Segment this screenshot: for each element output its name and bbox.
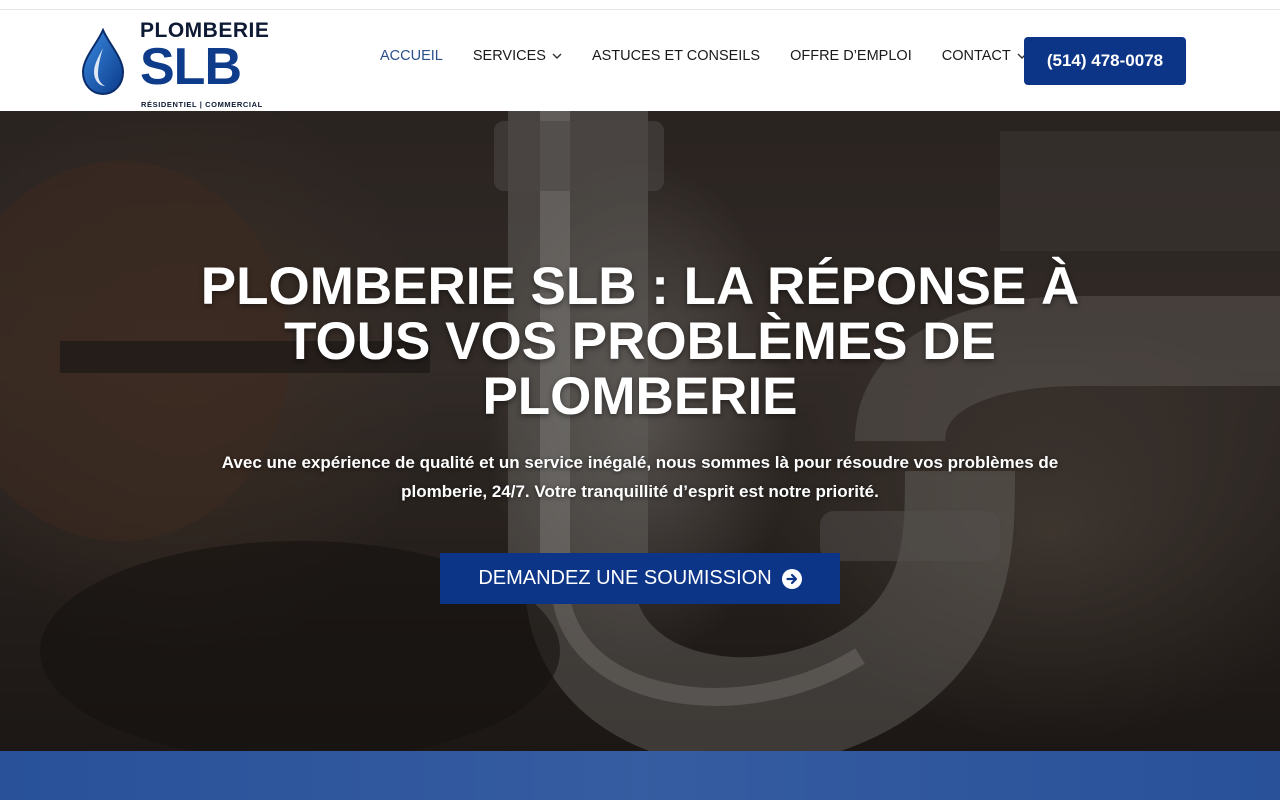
nav-item-accueil[interactable]: ACCUEIL <box>380 48 443 64</box>
nav-item-astuces[interactable]: ASTUCES ET CONSEILS <box>592 48 760 64</box>
main-nav: ACCUEIL SERVICES ASTUCES ET CONSEILS OFF… <box>380 46 1057 66</box>
phone-button[interactable]: (514) 478-0078 <box>1024 37 1186 85</box>
site-logo[interactable]: PLOMBERIE SLB RÉSIDENTIEL | COMMERCIAL <box>80 20 270 109</box>
nav-item-contact[interactable]: CONTACT <box>942 48 1027 64</box>
quote-request-button[interactable]: DEMANDEZ UNE SOUMISSION <box>440 553 840 604</box>
nav-item-offre-emploi[interactable]: OFFRE D’EMPLOI <box>790 48 912 64</box>
nav-item-services[interactable]: SERVICES <box>473 48 562 64</box>
logo-text-main: SLB <box>140 38 242 96</box>
top-border <box>0 0 1280 10</box>
logo-tagline: RÉSIDENTIEL | COMMERCIAL <box>141 100 263 109</box>
site-header: PLOMBERIE SLB RÉSIDENTIEL | COMMERCIAL A… <box>0 10 1280 111</box>
quote-request-label: DEMANDEZ UNE SOUMISSION <box>478 567 772 589</box>
water-drop-icon <box>81 28 125 96</box>
hero-overlay <box>0 111 1280 751</box>
chevron-down-icon <box>552 53 562 59</box>
hero-subtitle: Avec une expérience de qualité et un ser… <box>221 453 1059 501</box>
nav-item-label: SERVICES <box>472 48 546 64</box>
nav-item-label: OFFRE D’EMPLOI <box>790 48 912 64</box>
arrow-right-circle-icon <box>781 568 802 589</box>
hero-title: PLOMBERIE SLB : LA RÉPONSE À TOUS VOS PR… <box>200 257 1080 426</box>
nav-item-label: ACCUEIL <box>380 48 443 64</box>
nav-item-label: CONTACT <box>941 48 1011 64</box>
hero-section: PLOMBERIE SLB : LA RÉPONSE À TOUS VOS PR… <box>0 111 1280 751</box>
band-texture <box>0 751 1280 800</box>
nav-item-label: ASTUCES ET CONSEILS <box>591 48 761 64</box>
next-section-band <box>0 751 1280 800</box>
